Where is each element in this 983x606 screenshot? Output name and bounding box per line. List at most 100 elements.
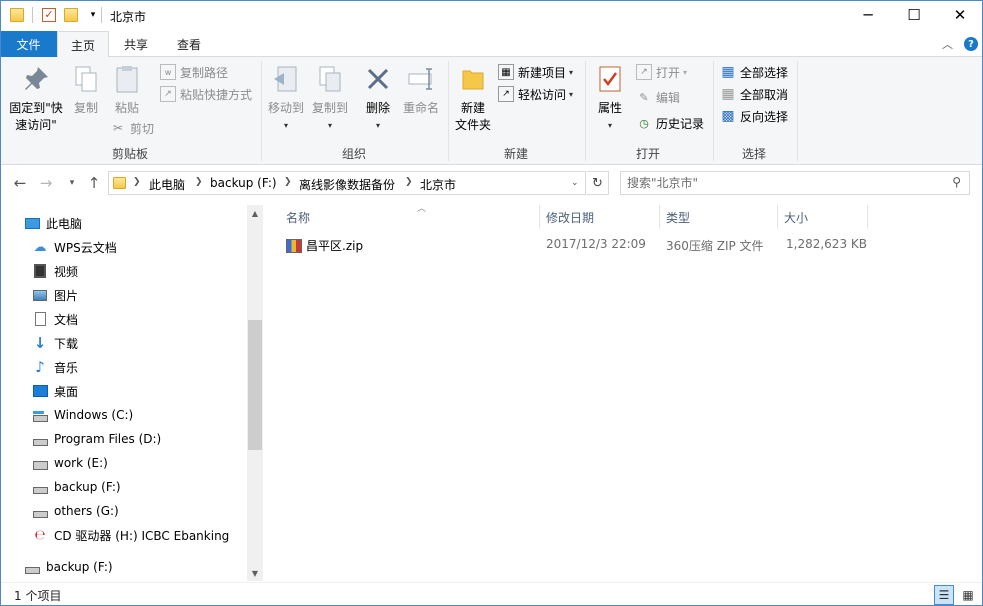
tab-file[interactable]: 文件: [0, 31, 57, 57]
nav-item-drive-e[interactable]: work (E:): [32, 452, 108, 474]
back-icon[interactable]: ←: [10, 174, 30, 192]
nav-item-drive-g[interactable]: others (G:): [32, 500, 119, 522]
close-button[interactable]: ✕: [937, 0, 983, 30]
history-button[interactable]: ◷ 历史记录: [636, 113, 704, 133]
ribbon-tabs: 文件 主页 共享 查看 ︿ ?: [0, 31, 983, 58]
ribbon: 固定到"快 速访问" 复制 粘贴 w 复制路径 ↗ 粘贴快捷方式 ✂ 剪切 剪贴板 移…: [0, 57, 983, 165]
search-input[interactable]: [627, 175, 937, 191]
new-folder-icon: [462, 70, 484, 90]
system-drive-icon: [32, 407, 48, 423]
copy-to-button[interactable]: 复制到 ▾: [308, 63, 352, 134]
breadcrumb-beijing[interactable]: 北京市: [420, 176, 456, 193]
delete-button[interactable]: 删除 ▾: [358, 63, 398, 134]
pin-to-quick-access-button[interactable]: 固定到"快 速访问": [4, 63, 68, 134]
new-item-button[interactable]: ▦ 新建项目 ▾: [498, 62, 573, 82]
nav-item-documents[interactable]: 文档: [32, 308, 78, 330]
paste-button[interactable]: 粘贴: [108, 63, 146, 117]
cut-button[interactable]: ✂ 剪切: [110, 118, 154, 138]
address-history-chevron-icon[interactable]: ⌄: [571, 178, 579, 188]
minimize-button[interactable]: ─: [845, 0, 891, 30]
recent-locations-icon[interactable]: ▾: [62, 178, 82, 188]
column-header-size[interactable]: 大小: [778, 205, 868, 229]
nav-item-backup-f[interactable]: backup (F:): [24, 556, 113, 578]
edit-button[interactable]: ✎ 编辑: [636, 87, 680, 107]
collapse-ribbon-icon[interactable]: ︿: [942, 36, 953, 52]
refresh-button[interactable]: ↻: [587, 171, 609, 195]
tab-share[interactable]: 共享: [111, 31, 161, 57]
folder-icon: [10, 8, 24, 22]
music-icon: ♪: [35, 358, 45, 376]
forward-icon[interactable]: →: [36, 174, 56, 192]
minimize-icon: ─: [863, 6, 873, 24]
zip-archive-icon: [286, 239, 302, 253]
invert-selection-button[interactable]: ▩ 反向选择: [720, 106, 788, 126]
scroll-down-icon[interactable]: ▼: [247, 565, 263, 581]
nav-item-wps-cloud[interactable]: ☁ WPS云文档: [32, 236, 117, 258]
large-icons-view-button[interactable]: ▦: [958, 585, 978, 605]
column-header-type[interactable]: 类型: [660, 205, 778, 229]
open-button[interactable]: ↗ 打开 ▾: [636, 62, 687, 82]
copy-icon: [75, 66, 97, 92]
scroll-thumb[interactable]: [248, 320, 262, 450]
status-bar: 1 个项目 ☰ ▦: [0, 582, 983, 606]
up-icon[interactable]: ↑: [84, 174, 104, 192]
copy-to-icon: [319, 66, 341, 92]
customize-quick-access-icon[interactable]: ▾: [86, 8, 100, 22]
breadcrumb-backup-drive[interactable]: backup (F:): [210, 176, 277, 190]
nav-item-drive-f[interactable]: backup (F:): [32, 476, 121, 498]
drive-icon: [32, 479, 48, 495]
tab-home[interactable]: 主页: [57, 31, 109, 58]
maximize-button[interactable]: ☐: [891, 0, 937, 30]
divider: [713, 61, 714, 161]
search-icon[interactable]: ⚲: [952, 175, 961, 189]
properties-button[interactable]: 属性 ▾: [590, 63, 630, 134]
scroll-up-icon[interactable]: ▲: [247, 205, 263, 221]
large-icons-view-icon: ▦: [962, 588, 974, 602]
new-item-icon: ▦: [498, 64, 514, 80]
details-view-button[interactable]: ☰: [934, 585, 954, 605]
move-to-button[interactable]: 移动到 ▾: [264, 63, 308, 134]
paste-shortcut-button[interactable]: ↗ 粘贴快捷方式: [160, 84, 252, 104]
easy-access-button[interactable]: ↗ 轻松访问 ▾: [498, 84, 573, 104]
history-icon: ◷: [639, 116, 649, 130]
breadcrumb-offline-backup[interactable]: 离线影像数据备份: [299, 176, 395, 193]
select-none-button[interactable]: ▦ 全部取消: [720, 84, 788, 104]
file-size: 1,282,623 KB: [786, 237, 867, 251]
select-all-button[interactable]: ▦ 全部选择: [720, 62, 788, 82]
column-header-modified[interactable]: 修改日期: [540, 205, 660, 229]
address-bar[interactable]: ❯ 此电脑 ❯ backup (F:) ❯ 离线影像数据备份 ❯ 北京市 ⌄: [108, 171, 586, 195]
properties-quick-icon[interactable]: ✓: [42, 8, 56, 22]
maximize-icon: ☐: [907, 6, 921, 24]
pin-icon: [25, 67, 48, 90]
divider: [448, 61, 449, 161]
new-folder-quick-icon[interactable]: [64, 8, 78, 22]
divider: [32, 7, 33, 23]
refresh-icon: ↻: [592, 175, 603, 191]
file-name[interactable]: 昌平区.zip: [306, 237, 363, 254]
select-all-icon: ▦: [721, 64, 735, 80]
copy-button[interactable]: 复制: [68, 63, 104, 117]
nav-item-pictures[interactable]: 图片: [32, 284, 78, 306]
nav-scrollbar[interactable]: ▲ ▼: [247, 205, 263, 581]
nav-item-this-pc[interactable]: 此电脑: [24, 212, 82, 234]
new-folder-button[interactable]: 新建 文件夹: [452, 63, 494, 134]
copy-path-button[interactable]: w 复制路径: [160, 62, 228, 82]
search-box[interactable]: ⚲: [620, 171, 970, 195]
nav-item-drive-h[interactable]: ℮ CD 驱动器 (H:) ICBC Ebanking: [32, 524, 229, 546]
rename-button[interactable]: 重命名: [400, 63, 442, 117]
tab-view[interactable]: 查看: [163, 31, 215, 57]
edit-icon: ✎: [639, 90, 649, 104]
nav-item-drive-c[interactable]: Windows (C:): [32, 404, 133, 426]
nav-item-drive-d[interactable]: Program Files (D:): [32, 428, 161, 450]
column-header-name[interactable]: ︿ 名称: [280, 204, 540, 229]
nav-item-videos[interactable]: 视频: [32, 260, 78, 282]
help-icon[interactable]: ?: [964, 37, 978, 51]
group-label-select: 选择: [741, 147, 766, 161]
nav-item-downloads[interactable]: ↓ 下载: [32, 332, 78, 354]
nav-item-music[interactable]: ♪ 音乐: [32, 356, 78, 378]
address-row: ← → ▾ ↑ ❯ 此电脑 ❯ backup (F:) ❯ 离线影像数据备份 ❯…: [0, 166, 983, 200]
breadcrumb-this-pc[interactable]: 此电脑: [149, 176, 185, 193]
rename-icon: [408, 68, 432, 90]
nav-item-desktop[interactable]: 桌面: [32, 380, 78, 402]
file-modified: 2017/12/3 22:09: [546, 237, 646, 251]
